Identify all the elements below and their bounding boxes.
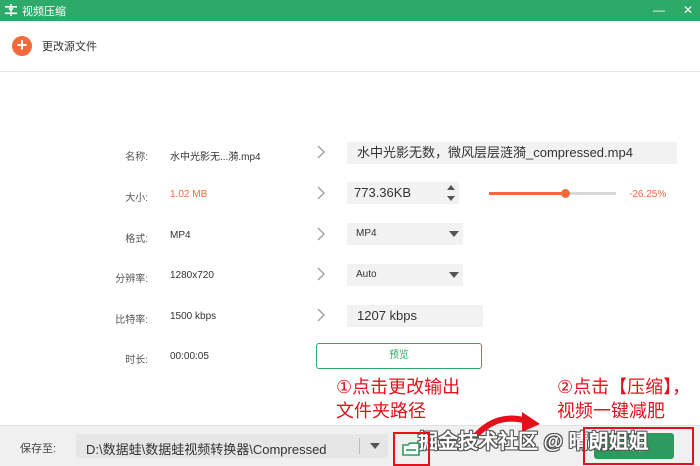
divider: [359, 438, 360, 454]
window-title: 视频压缩: [22, 6, 66, 18]
folder-icon[interactable]: [402, 442, 420, 456]
format-select-value: MP4: [356, 228, 377, 239]
annotation-step2-line2: 视频一键减肥: [557, 401, 665, 421]
output-name-text: 水中光影无数，微风层层涟漪_compressed.mp4: [357, 145, 633, 160]
app-logo-icon: [5, 4, 17, 16]
resolution-select-value: Auto: [356, 269, 377, 280]
title-bar: 视频压缩 — ✕: [0, 0, 700, 21]
duration-label: 时长:: [125, 355, 148, 366]
close-button[interactable]: ✕: [676, 0, 700, 21]
plus-icon: +: [12, 36, 32, 56]
resolution-label: 分辨率:: [115, 274, 148, 285]
caret-down-icon: [449, 231, 459, 237]
chevron-right-icon: [317, 267, 325, 281]
name-source-value: 水中光影无...漪.mp4: [170, 152, 261, 163]
preview-button[interactable]: 预览: [316, 343, 482, 369]
format-label: 格式:: [125, 234, 148, 245]
output-size-stepper[interactable]: 773.36KB: [347, 182, 459, 204]
bitrate-label: 比特率:: [115, 315, 148, 326]
resolution-source-value: 1280x720: [170, 270, 214, 281]
minimize-button[interactable]: —: [647, 0, 671, 21]
annotation-step1-line2: 文件夹路径: [336, 401, 426, 421]
annotation-step2-line1: ②点击【压缩】，: [557, 377, 691, 397]
duration-value: 00:00:05: [170, 351, 209, 362]
change-source-button[interactable]: + 更改源文件: [12, 36, 97, 56]
bitrate-field[interactable]: 1207 kbps: [347, 305, 483, 327]
output-name-field[interactable]: 水中光影无数，微风层层涟漪_compressed.mp4: [347, 142, 677, 164]
chevron-right-icon: [317, 186, 325, 200]
output-size-text: 773.36KB: [354, 185, 412, 200]
size-label: 大小:: [125, 193, 148, 204]
size-source-value: 1.02 MB: [170, 189, 208, 200]
name-label: 名称:: [125, 152, 148, 163]
chevron-right-icon: [317, 227, 325, 241]
chevron-right-icon: [317, 145, 325, 159]
spin-down-icon[interactable]: [447, 196, 455, 201]
bitrate-source-value: 1500 kbps: [170, 311, 217, 322]
toolbar: + 更改源文件: [0, 21, 700, 72]
save-path-field[interactable]: D:\数据蛙\数据蛙视频转换器\Compressed: [76, 434, 388, 458]
slider-thumb[interactable]: [561, 189, 571, 198]
chevron-right-icon: [317, 308, 325, 322]
annotation-step1-line1: ①点击更改输出: [336, 377, 461, 397]
format-select[interactable]: MP4: [347, 223, 463, 245]
change-source-label: 更改源文件: [42, 41, 97, 53]
caret-down-icon: [449, 272, 459, 278]
size-slider[interactable]: [489, 189, 616, 198]
highlight-compress-box: [583, 427, 694, 465]
format-source-value: MP4: [170, 230, 191, 241]
resolution-select[interactable]: Auto: [347, 264, 463, 286]
save-path-text: D:\数据蛙\数据蛙视频转换器\Compressed: [86, 442, 327, 457]
slider-fill: [489, 192, 566, 195]
save-to-label: 保存至:: [20, 443, 57, 455]
size-percent: -26.25%: [629, 189, 667, 200]
path-dropdown-icon[interactable]: [370, 443, 380, 449]
bitrate-output-text: 1207 kbps: [357, 308, 417, 323]
spin-up-icon[interactable]: [447, 185, 455, 190]
